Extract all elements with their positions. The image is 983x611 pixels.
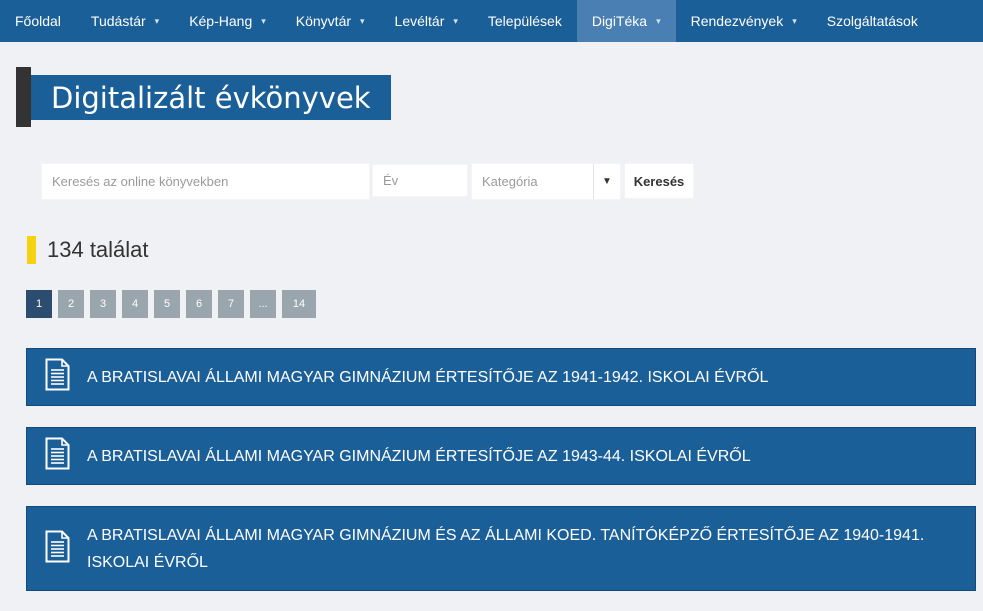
page-title: Digitalizált évkönyvek [51, 80, 371, 115]
nav-item-leveltar[interactable]: Levéltár ▾ [380, 0, 473, 42]
chevron-down-icon: ▾ [154, 15, 160, 26]
category-select[interactable]: Kategória ▼ [471, 163, 621, 200]
pagination: 1 2 3 4 5 6 7 ... 14 [26, 290, 322, 318]
page-link-3[interactable]: 3 [90, 290, 116, 318]
page-title-box: Digitalizált évkönyvek [31, 75, 391, 120]
dropdown-arrow-icon[interactable]: ▼ [593, 164, 620, 199]
chevron-down-icon: ▾ [453, 15, 458, 26]
page-link-1[interactable]: 1 [26, 290, 52, 318]
nav-item-fooldal[interactable]: Főoldal [0, 0, 76, 42]
result-count-accent-bar [27, 236, 36, 264]
nav-item-kep-hang[interactable]: Kép-Hang ▾ [174, 0, 281, 42]
title-accent-bar [16, 67, 31, 127]
year-input-placeholder: Év [383, 173, 399, 188]
result-title: A BRATISLAVAI ÁLLAMI MAGYAR GIMNÁZIUM ÉR… [87, 368, 769, 386]
result-title: A BRATISLAVAI ÁLLAMI MAGYAR GIMNÁZIUM ÉS… [87, 526, 925, 571]
nav-item-konyvtar[interactable]: Könyvtár ▾ [281, 0, 380, 42]
result-item[interactable]: A BRATISLAVAI ÁLLAMI MAGYAR GIMNÁZIUM ÉR… [26, 348, 976, 406]
nav-item-szolgaltatasok[interactable]: Szolgáltatások [812, 0, 933, 42]
page-link-7[interactable]: 7 [218, 290, 244, 318]
nav-item-telepulesek[interactable]: Települések [473, 0, 577, 42]
page-link-4[interactable]: 4 [122, 290, 148, 318]
page-link-ellipsis[interactable]: ... [250, 290, 276, 318]
chevron-down-icon: ▾ [261, 15, 266, 26]
result-count: 134 találat [47, 237, 149, 262]
result-title: A BRATISLAVAI ÁLLAMI MAGYAR GIMNÁZIUM ÉR… [87, 447, 751, 465]
chevron-down-icon: ▾ [360, 15, 365, 26]
page-link-14[interactable]: 14 [282, 290, 316, 318]
document-icon [45, 437, 70, 475]
page-link-2[interactable]: 2 [58, 290, 84, 318]
main-navbar: Főoldal Tudástár ▾ Kép-Hang ▾ Könyvtár ▾ Le… [0, 0, 983, 42]
chevron-down-icon: ▾ [656, 15, 661, 26]
search-input-placeholder: Keresés az online könyvekben [52, 174, 229, 189]
search-button[interactable]: Keresés [624, 163, 694, 199]
result-item[interactable]: A BRATISLAVAI ÁLLAMI MAGYAR GIMNÁZIUM ÉR… [26, 427, 976, 485]
page-link-5[interactable]: 5 [154, 290, 180, 318]
result-item[interactable]: A BRATISLAVAI ÁLLAMI MAGYAR GIMNÁZIUM ÉS… [26, 506, 976, 591]
nav-item-tudastar[interactable]: Tudástár ▾ [76, 0, 174, 42]
document-icon [45, 358, 70, 396]
nav-item-digiteka[interactable]: DigiTéka ▾ [576, 0, 676, 42]
search-input[interactable]: Keresés az online könyvekben [41, 163, 370, 200]
chevron-down-icon: ▾ [792, 15, 797, 26]
document-icon [45, 530, 70, 568]
page-link-6[interactable]: 6 [186, 290, 212, 318]
category-select-placeholder: Kategória [482, 174, 538, 189]
nav-item-rendezvenyek[interactable]: Rendezvények ▾ [676, 0, 812, 42]
year-input[interactable]: Év [372, 164, 468, 197]
